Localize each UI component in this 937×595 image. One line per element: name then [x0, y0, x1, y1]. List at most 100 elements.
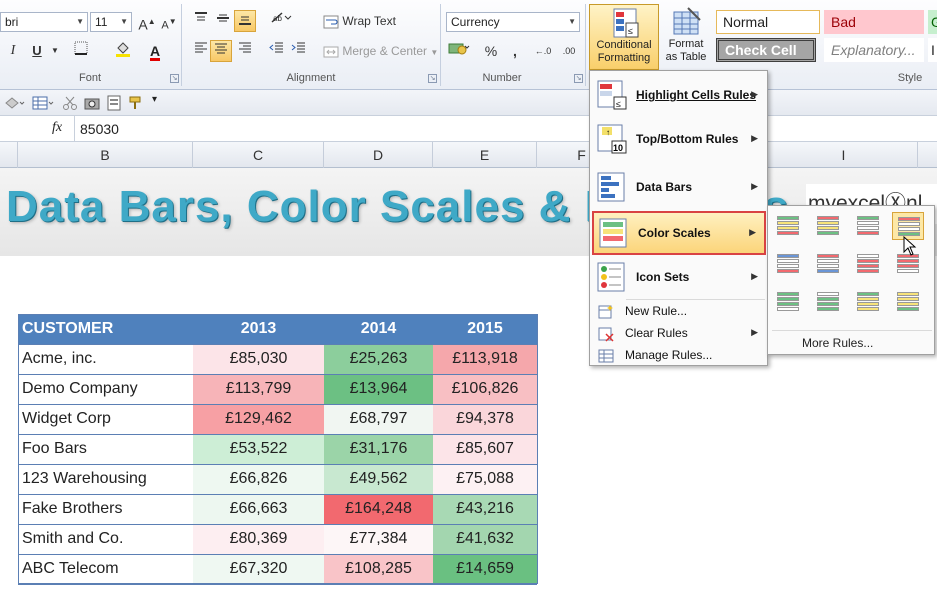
cell-2014[interactable]: £108,285: [324, 554, 433, 585]
cell-2014[interactable]: £49,562: [324, 464, 433, 495]
column-header-i[interactable]: I: [770, 142, 918, 168]
cell-2014[interactable]: £25,263: [324, 344, 433, 375]
cell-2015[interactable]: £94,378: [433, 404, 537, 435]
color-scale-option[interactable]: [772, 212, 804, 240]
cell-2014[interactable]: £68,797: [324, 404, 433, 435]
cell-2015[interactable]: £106,826: [433, 374, 537, 405]
header-customer[interactable]: CUSTOMER: [18, 314, 193, 345]
cell-2015[interactable]: £41,632: [433, 524, 537, 555]
shapes-icon[interactable]: [4, 95, 26, 114]
menu-item-clear-rules[interactable]: Clear Rules ▶: [592, 323, 766, 345]
cell-2013[interactable]: £66,826: [193, 464, 324, 495]
more-rules-item[interactable]: More Rules...: [802, 336, 873, 350]
align-center-button[interactable]: [210, 40, 232, 62]
fill-color-button[interactable]: [112, 40, 134, 62]
increase-decimal-button[interactable]: ←.0: [532, 40, 554, 62]
color-scale-option[interactable]: [852, 250, 884, 278]
cut-icon[interactable]: [62, 95, 78, 114]
percent-button[interactable]: %: [480, 40, 502, 62]
column-header-b[interactable]: B: [18, 142, 193, 168]
format-painter-icon[interactable]: [128, 95, 144, 114]
cell-2015[interactable]: £113,918: [433, 344, 537, 375]
align-left-button[interactable]: [190, 40, 212, 62]
font-size-combo[interactable]: 11 ▼: [90, 12, 132, 32]
merge-center-button[interactable]: Merge & Center ▼: [320, 40, 441, 62]
function-icon[interactable]: fx: [52, 120, 62, 136]
menu-item-new-rule[interactable]: New Rule...: [592, 301, 766, 323]
menu-item-highlight-cells-rules[interactable]: ≤ Highlight Cells Rules ▶: [592, 75, 766, 115]
cell-2014[interactable]: £13,964: [324, 374, 433, 405]
conditional-formatting-button[interactable]: ≤ Conditional Formatting: [589, 4, 659, 70]
style-check-cell[interactable]: Check Cell: [716, 38, 816, 62]
cell-2013[interactable]: £85,030: [193, 344, 324, 375]
color-scale-option[interactable]: [852, 212, 884, 240]
underline-dropdown[interactable]: ▼: [44, 40, 66, 62]
cell-2013[interactable]: £53,522: [193, 434, 324, 465]
align-bottom-button[interactable]: [234, 10, 256, 32]
cell-2013[interactable]: £113,799: [193, 374, 324, 405]
menu-item-color-scales[interactable]: Color Scales ▶: [592, 211, 766, 255]
cell-2013[interactable]: £80,369: [193, 524, 324, 555]
cell-customer[interactable]: 123 Warehousing: [18, 464, 193, 495]
align-middle-button[interactable]: [212, 10, 234, 32]
customize-toolbar-icon[interactable]: ▾: [152, 94, 157, 105]
menu-item-icon-sets[interactable]: Icon Sets ▶: [592, 257, 766, 297]
font-color-button[interactable]: A: [144, 40, 166, 62]
shrink-font-button[interactable]: A▼: [158, 11, 180, 33]
accounting-format-button[interactable]: [448, 40, 470, 62]
format-as-table-button[interactable]: Format as Table: [660, 4, 712, 70]
cell-2014[interactable]: £31,176: [324, 434, 433, 465]
select-all[interactable]: [0, 142, 18, 168]
cell-customer[interactable]: Widget Corp: [18, 404, 193, 435]
header-2014[interactable]: 2014: [324, 314, 433, 345]
column-header-e[interactable]: E: [433, 142, 537, 168]
number-dialog-launcher-icon[interactable]: ↘: [574, 74, 583, 83]
font-name-combo[interactable]: bri ▼: [0, 12, 88, 32]
menu-item-data-bars[interactable]: Data Bars ▶: [592, 167, 766, 207]
style-explanatory[interactable]: Explanatory...: [824, 38, 924, 62]
menu-item-manage-rules[interactable]: Manage Rules...: [592, 345, 766, 367]
menu-item-top-bottom-rules[interactable]: ↑ 10 Top/Bottom Rules ▶: [592, 119, 766, 159]
color-scale-option[interactable]: [812, 288, 844, 316]
borders-button[interactable]: [70, 40, 92, 62]
header-2013[interactable]: 2013: [193, 314, 324, 345]
cell-customer[interactable]: Fake Brothers: [18, 494, 193, 525]
number-format-combo[interactable]: Currency ▼: [446, 12, 580, 32]
orientation-button[interactable]: ab: [270, 10, 292, 32]
cell-customer[interactable]: Demo Company: [18, 374, 193, 405]
wrap-text-button[interactable]: Wrap Text: [320, 10, 399, 32]
color-scale-option[interactable]: [772, 288, 804, 316]
cell-customer[interactable]: Smith and Co.: [18, 524, 193, 555]
cell-customer[interactable]: Acme, inc.: [18, 344, 193, 375]
cell-2015[interactable]: £43,216: [433, 494, 537, 525]
style-input[interactable]: I: [928, 38, 937, 62]
decrease-indent-button[interactable]: [266, 40, 288, 62]
comma-button[interactable]: ,: [504, 40, 526, 62]
increase-indent-button[interactable]: [288, 40, 310, 62]
form-icon[interactable]: [106, 95, 122, 114]
color-scale-option[interactable]: [892, 288, 924, 316]
cell-2014[interactable]: £164,248: [324, 494, 433, 525]
camera-icon[interactable]: [84, 95, 100, 114]
cell-customer[interactable]: ABC Telecom: [18, 554, 193, 585]
color-scale-option[interactable]: [812, 212, 844, 240]
column-header-d[interactable]: D: [324, 142, 433, 168]
cell-2015[interactable]: £14,659: [433, 554, 537, 585]
alignment-dialog-launcher-icon[interactable]: ↘: [428, 74, 437, 83]
font-dialog-launcher-icon[interactable]: ↘: [170, 74, 179, 83]
cell-2015[interactable]: £75,088: [433, 464, 537, 495]
align-right-button[interactable]: [234, 40, 256, 62]
style-normal[interactable]: Normal: [716, 10, 820, 34]
cell-2013[interactable]: £66,663: [193, 494, 324, 525]
color-scale-option[interactable]: [772, 250, 804, 278]
cell-customer[interactable]: Foo Bars: [18, 434, 193, 465]
align-top-button[interactable]: [190, 10, 212, 32]
table-grid-icon[interactable]: [32, 95, 56, 114]
grow-font-button[interactable]: A▲: [136, 11, 158, 33]
decrease-decimal-button[interactable]: .00: [558, 40, 580, 62]
cell-2014[interactable]: £77,384: [324, 524, 433, 555]
column-header-c[interactable]: C: [193, 142, 324, 168]
italic-button[interactable]: I: [2, 40, 24, 62]
style-bad[interactable]: Bad: [824, 10, 924, 34]
cell-2013[interactable]: £67,320: [193, 554, 324, 585]
